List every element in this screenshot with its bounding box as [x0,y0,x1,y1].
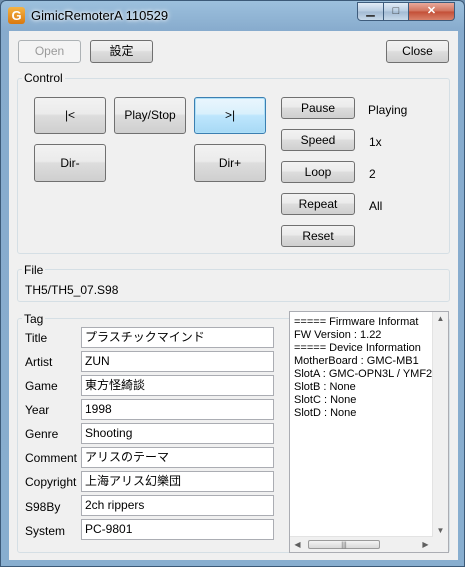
close-window-button[interactable]: ✕ [408,2,455,21]
info-line: MotherBoard : GMC-MB1 [294,355,419,367]
info-line: ===== Firmware Informat [294,316,419,328]
close-icon: ✕ [426,5,437,17]
control-group-label: Control [22,71,65,85]
info-line: SlotA : GMC-OPN3L / YMF28 [294,368,439,380]
settings-button[interactable]: 設定 [90,40,153,63]
game-field[interactable]: 東方怪綺談 [81,375,274,396]
repeat-button[interactable]: Repeat [281,193,355,215]
scrollbar-corner [433,537,448,552]
device-info-textbox[interactable]: ===== Firmware Informat FW Version : 1.2… [289,311,449,553]
comment-label: Comment [25,451,78,465]
scroll-left-icon[interactable]: ◀ [290,540,305,549]
loop-value: 2 [369,167,376,181]
open-button[interactable]: Open [18,40,81,63]
info-line: SlotC : None [294,394,357,406]
dir-plus-button[interactable]: Dir+ [194,144,266,182]
copyright-label: Copyright [25,475,77,489]
close-button[interactable]: Close [386,40,449,63]
scroll-down-icon[interactable]: ▼ [433,526,448,535]
system-field[interactable]: PC-9801 [81,519,274,540]
artist-field[interactable]: ZUN [81,351,274,372]
previous-track-button[interactable]: |< [34,97,106,134]
repeat-value: All [369,199,383,213]
game-label: Game [25,379,58,393]
title-field[interactable]: プラスチックマインド [81,327,274,348]
title-bar[interactable]: G GimicRemoterA 110529 ▁ □ ✕ [1,1,464,31]
client-area: Open 設定 Close Control |< Play/Stop >| Di… [9,31,458,560]
reset-button[interactable]: Reset [281,225,355,247]
info-line: SlotD : None [294,407,357,419]
horizontal-scroll-thumb[interactable]: ||| [308,540,380,549]
pause-button[interactable]: Pause [281,97,355,119]
scroll-up-icon[interactable]: ▲ [433,314,448,323]
info-line: FW Version : 1.22 [294,329,382,341]
scroll-right-icon[interactable]: ▶ [418,540,433,549]
vertical-scrollbar[interactable]: ▲ ▼ [432,312,448,537]
app-icon: G [8,7,25,24]
window-title: GimicRemoterA 110529 [31,8,169,23]
minimize-icon: ▁ [366,5,375,17]
application-window: G GimicRemoterA 110529 ▁ □ ✕ Open 設定 Clo… [0,0,465,567]
info-line: SlotB : None [294,381,356,393]
play-stop-button[interactable]: Play/Stop [114,97,186,134]
artist-label: Artist [25,355,53,369]
year-label: Year [25,403,50,417]
year-field[interactable]: 1998 [81,399,274,420]
minimize-button[interactable]: ▁ [357,2,384,21]
speed-button[interactable]: Speed [281,129,355,151]
loop-button[interactable]: Loop [281,161,355,183]
info-line: ===== Device Information [294,342,421,354]
maximize-icon: □ [392,5,400,17]
genre-field[interactable]: Shooting [81,423,274,444]
s98by-label: S98By [25,500,61,514]
dir-minus-button[interactable]: Dir- [34,144,106,182]
next-track-button[interactable]: >| [194,97,266,134]
comment-field[interactable]: アリスのテーマ [81,447,274,468]
copyright-field[interactable]: 上海アリス幻樂団 [81,471,274,492]
speed-value: 1x [369,135,382,149]
title-label: Title [25,331,48,345]
playback-status: Playing [368,103,408,117]
tag-group-label: Tag [22,312,46,326]
s98by-field[interactable]: 2ch rippers [81,495,274,516]
system-label: System [25,524,66,538]
horizontal-scrollbar[interactable]: ◀ ||| ▶ [290,536,433,552]
file-group-label: File [22,263,46,277]
file-path: TH5/TH5_07.S98 [25,283,119,297]
maximize-button[interactable]: □ [383,2,409,21]
genre-label: Genre [25,427,59,441]
